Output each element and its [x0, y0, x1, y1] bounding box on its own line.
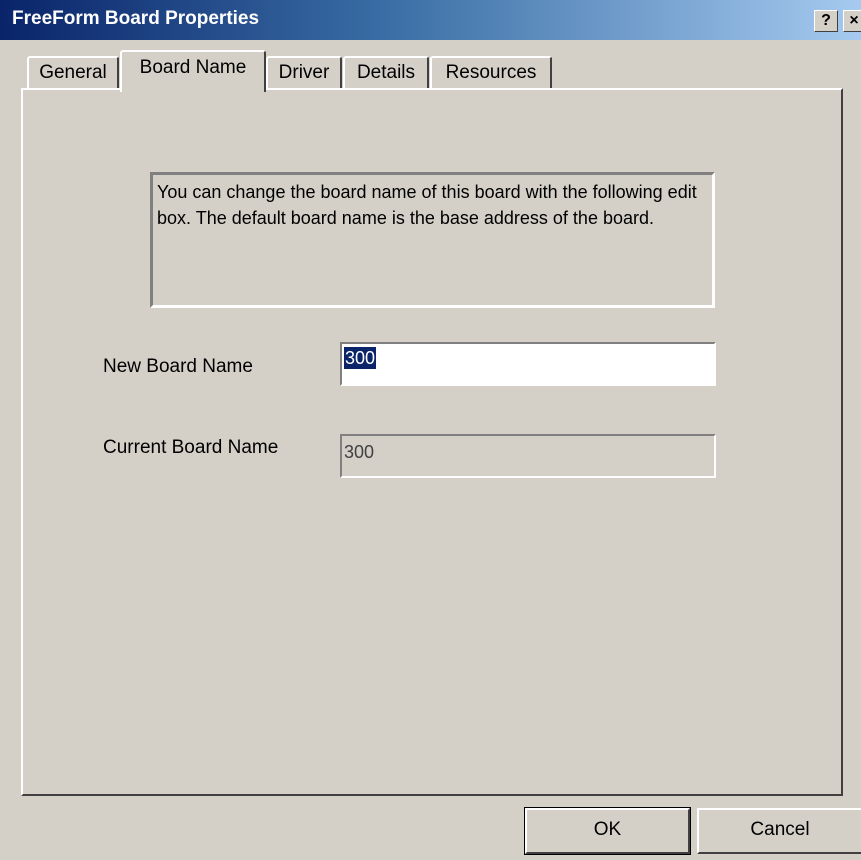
tab-resources-label: Resources	[445, 62, 537, 83]
current-board-name-field: 300	[340, 434, 716, 478]
close-icon: ×	[849, 12, 859, 29]
tab-details[interactable]: Details	[343, 56, 429, 92]
title-bar[interactable]: FreeForm Board Properties ? ×	[0, 0, 861, 40]
tab-general[interactable]: General	[27, 56, 119, 92]
new-board-name-input[interactable]: 300	[340, 342, 716, 386]
new-board-name-value: 300	[344, 347, 377, 369]
tab-board-name-label: Board Name	[139, 57, 247, 78]
new-board-name-label: New Board Name	[103, 356, 253, 377]
tab-resources[interactable]: Resources	[430, 56, 552, 92]
tab-general-label: General	[39, 62, 107, 83]
current-board-name-value: 300	[344, 442, 375, 462]
window-title: FreeForm Board Properties	[12, 8, 260, 29]
help-button[interactable]: ?	[814, 10, 838, 32]
properties-dialog: FreeForm Board Properties ? × General Bo…	[0, 0, 861, 860]
current-board-name-label: Current Board Name	[103, 437, 279, 458]
info-text-box: You can change the board name of this bo…	[150, 172, 715, 308]
tab-board-name[interactable]: Board Name	[120, 50, 266, 92]
tab-driver-label: Driver	[278, 62, 330, 83]
close-button[interactable]: ×	[843, 10, 861, 32]
help-icon: ?	[821, 12, 831, 29]
tab-details-label: Details	[356, 62, 416, 83]
cancel-button[interactable]: Cancel	[697, 808, 861, 854]
tab-driver[interactable]: Driver	[266, 56, 342, 92]
ok-button[interactable]: OK	[524, 807, 691, 855]
